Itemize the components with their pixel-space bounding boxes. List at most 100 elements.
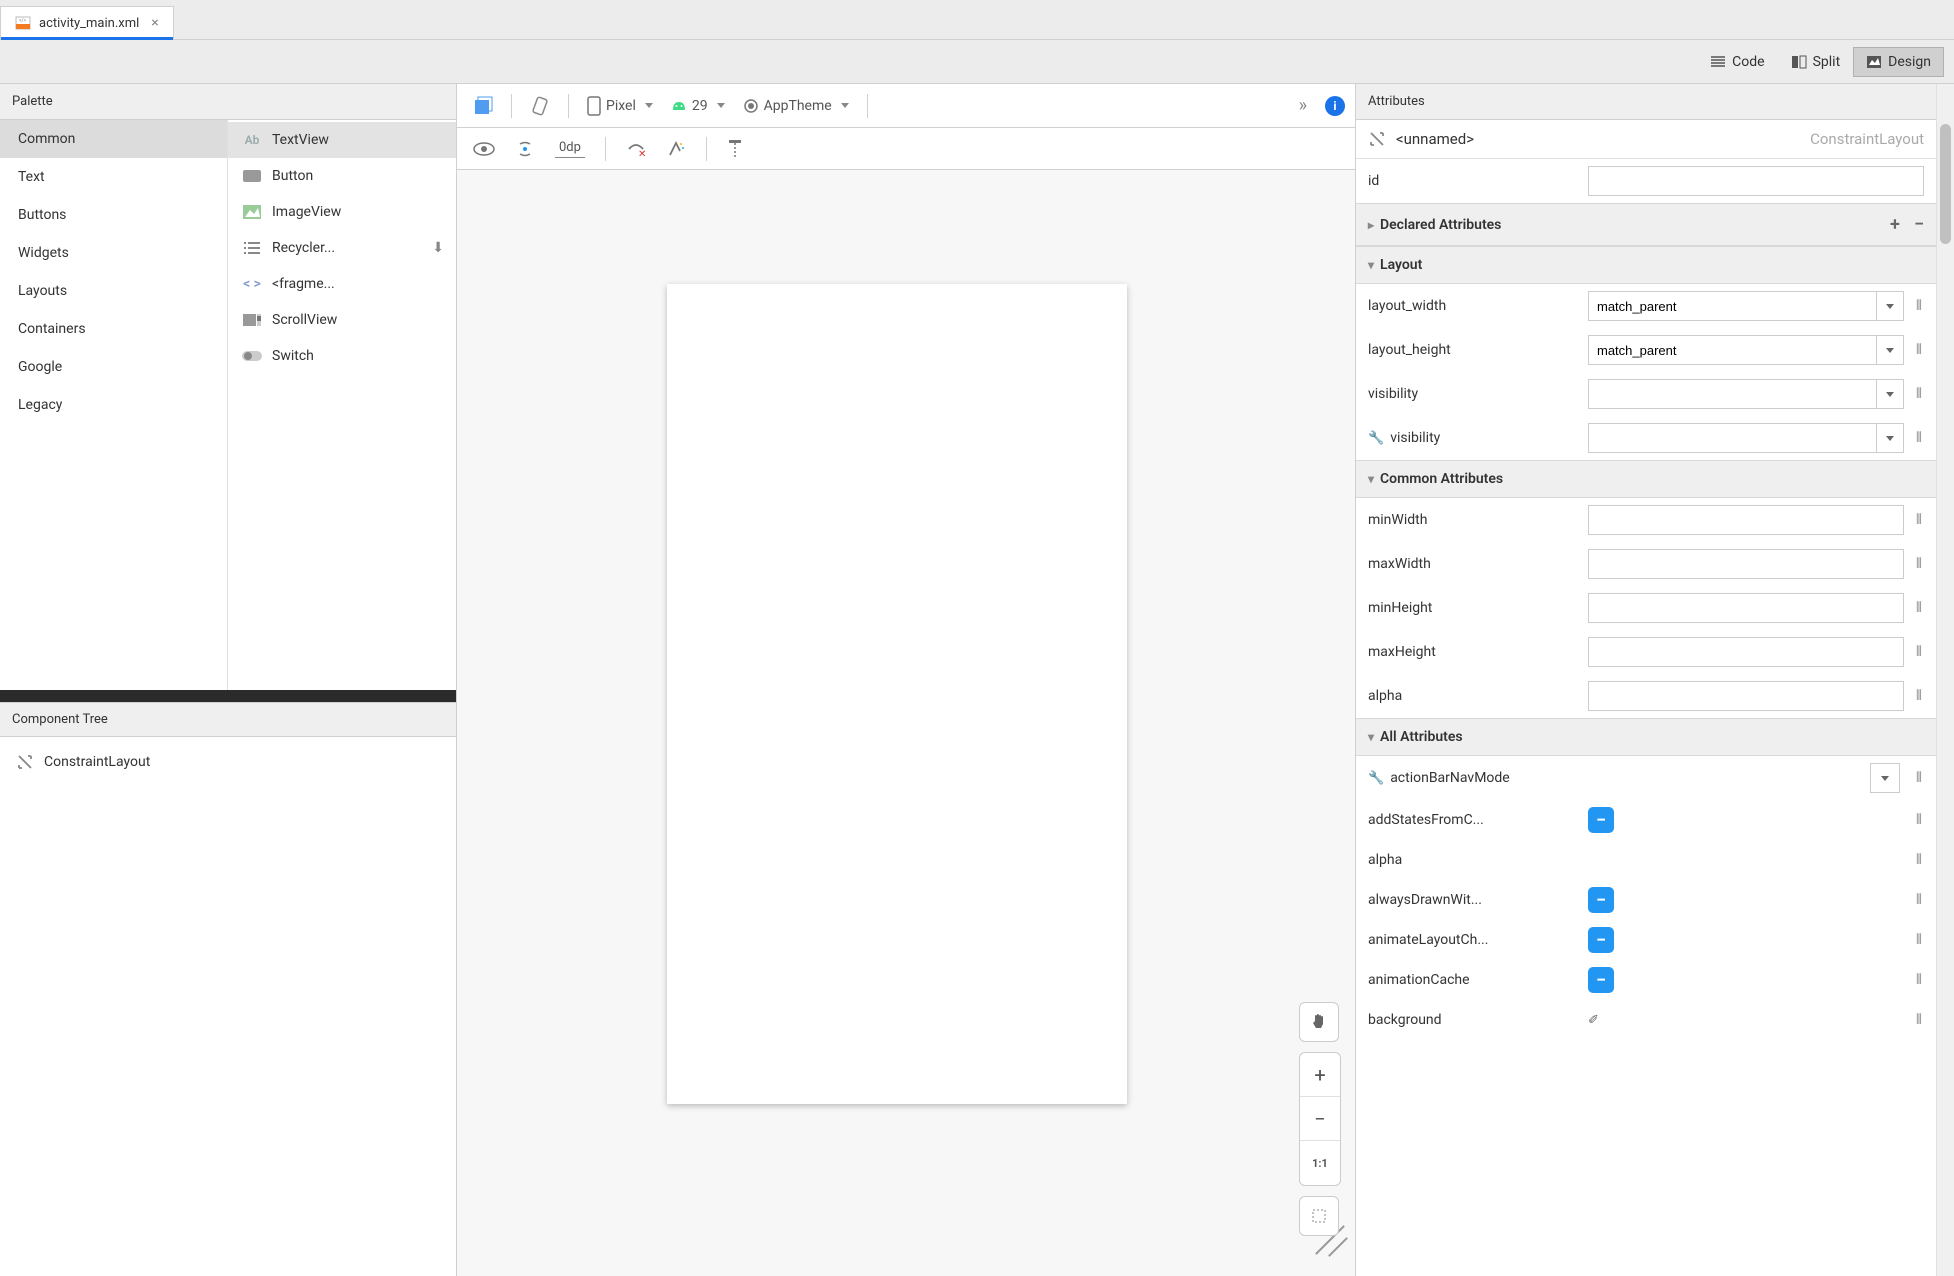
palette-cat-layouts[interactable]: Layouts (0, 272, 227, 310)
palette-cat-widgets[interactable]: Widgets (0, 234, 227, 272)
dropdown-arrow[interactable] (1877, 335, 1904, 365)
tree-root-constraintlayout[interactable]: ConstraintLayout (12, 747, 444, 777)
device-preview[interactable] (667, 284, 1127, 1104)
maxwidth-input[interactable] (1588, 549, 1904, 579)
attr-flag[interactable]: ⦀ (1914, 688, 1924, 704)
dropdown-arrow[interactable] (1877, 379, 1904, 409)
pan-button[interactable] (1299, 1002, 1339, 1042)
theme-selector[interactable]: AppTheme (737, 94, 855, 118)
attr-flag[interactable]: ⦀ (1914, 892, 1924, 908)
view-options-button[interactable] (467, 138, 501, 160)
attr-id: id (1356, 159, 1936, 203)
section-layout[interactable]: Layout (1356, 246, 1936, 284)
device-selector[interactable]: Pixel (581, 92, 659, 120)
eyedropper-icon[interactable]: ✐ (1588, 1013, 1599, 1028)
attributes-scrollbar[interactable] (1936, 84, 1954, 1276)
attr-actionbarnavmode: 🔧actionBarNavMode ⦀ (1356, 756, 1936, 800)
selected-component: <unnamed> ConstraintLayout (1356, 120, 1936, 159)
zoom-in-button[interactable]: + (1300, 1053, 1340, 1097)
attr-flag[interactable]: ⦀ (1914, 932, 1924, 948)
attr-flag[interactable]: ⦀ (1914, 430, 1924, 446)
palette-categories: Common Text Buttons Widgets Layouts Cont… (0, 120, 228, 690)
minwidth-input[interactable] (1588, 505, 1904, 535)
layout-width-input[interactable] (1588, 291, 1877, 321)
palette-item-fragment[interactable]: < > <fragme... (228, 266, 456, 302)
guidelines-button[interactable] (721, 135, 749, 163)
close-tab-icon[interactable]: × (151, 15, 158, 31)
attr-flag[interactable]: ⦀ (1914, 644, 1924, 660)
tools-visibility-input[interactable] (1588, 423, 1877, 453)
orientation-button[interactable] (524, 92, 556, 120)
section-all-attributes[interactable]: All Attributes (1356, 718, 1936, 756)
info-badge[interactable]: i (1325, 96, 1345, 116)
zoom-fit-button[interactable] (1299, 1196, 1339, 1236)
minheight-input[interactable] (1588, 593, 1904, 623)
section-common-attributes[interactable]: Common Attributes (1356, 460, 1936, 498)
layout-height-input[interactable] (1588, 335, 1877, 365)
api-selector[interactable]: 29 (665, 94, 731, 118)
overflow-button[interactable]: » (1293, 91, 1313, 120)
attr-flag[interactable]: ⦀ (1914, 342, 1924, 358)
attr-flag[interactable]: ⦀ (1914, 512, 1924, 528)
remove-attribute-button[interactable]: − (1914, 214, 1924, 235)
attr-flag[interactable]: ⦀ (1914, 812, 1924, 828)
attr-flag[interactable]: ⦀ (1914, 770, 1924, 786)
attr-flag[interactable]: ⦀ (1914, 386, 1924, 402)
palette-item-textview[interactable]: Ab TextView (228, 122, 456, 158)
palette-cat-common[interactable]: Common (0, 120, 227, 158)
palette-item-switch[interactable]: Switch (228, 338, 456, 374)
palette-item-button[interactable]: Button (228, 158, 456, 194)
attr-flag[interactable]: ⦀ (1914, 1012, 1924, 1028)
download-icon[interactable]: ⬇ (432, 240, 444, 256)
bool-toggle[interactable]: − (1588, 967, 1614, 993)
list-icon (242, 238, 262, 258)
add-attribute-button[interactable]: + (1890, 214, 1900, 235)
attr-flag[interactable]: ⦀ (1914, 600, 1924, 616)
infer-constraints-button[interactable] (660, 135, 692, 163)
alpha-input[interactable] (1588, 681, 1904, 711)
bool-toggle[interactable]: − (1588, 807, 1614, 833)
wrench-icon: 🔧 (1368, 771, 1384, 786)
attr-flag[interactable]: ⦀ (1914, 852, 1924, 868)
palette-item-recyclerview[interactable]: Recycler... ⬇ (228, 230, 456, 266)
visibility-input[interactable] (1588, 379, 1877, 409)
attr-flag[interactable]: ⦀ (1914, 972, 1924, 988)
panel-divider[interactable] (0, 690, 456, 702)
dropdown-arrow[interactable] (1870, 763, 1900, 793)
bool-toggle[interactable]: − (1588, 887, 1614, 913)
palette-item-imageview[interactable]: ImageView (228, 194, 456, 230)
section-declared-attributes[interactable]: Declared Attributes +− (1356, 203, 1936, 246)
attr-flag[interactable]: ⦀ (1914, 298, 1924, 314)
palette-item-scrollview[interactable]: ScrollView (228, 302, 456, 338)
maxheight-input[interactable] (1588, 637, 1904, 667)
zoom-reset-button[interactable]: 1:1 (1300, 1141, 1340, 1185)
attr-maxheight: maxHeight ⦀ (1356, 630, 1936, 674)
id-input[interactable] (1588, 166, 1924, 196)
code-lines-icon (1710, 54, 1726, 70)
attr-flag[interactable]: ⦀ (1914, 556, 1924, 572)
bool-toggle[interactable]: − (1588, 927, 1614, 953)
attr-maxwidth: maxWidth ⦀ (1356, 542, 1936, 586)
palette-cat-google[interactable]: Google (0, 348, 227, 386)
attr-addstatesfromchildren: addStatesFromC... − ⦀ (1356, 800, 1936, 840)
attr-visibility: visibility ⦀ (1356, 372, 1936, 416)
split-view-button[interactable]: Split (1778, 47, 1854, 77)
attr-tools-visibility: 🔧visibility ⦀ (1356, 416, 1936, 460)
code-view-button[interactable]: Code (1697, 47, 1777, 77)
design-canvas[interactable]: + − 1:1 (457, 170, 1355, 1276)
autoconnect-button[interactable] (509, 135, 541, 163)
editor-tab[interactable]: </> activity_main.xml × (0, 6, 174, 39)
clear-constraints-button[interactable]: ✕ (620, 135, 652, 163)
palette-cat-containers[interactable]: Containers (0, 310, 227, 348)
palette-cat-legacy[interactable]: Legacy (0, 386, 227, 424)
palette-cat-buttons[interactable]: Buttons (0, 196, 227, 234)
zoom-out-button[interactable]: − (1300, 1097, 1340, 1141)
design-view-button[interactable]: Design (1853, 47, 1944, 77)
attr-minwidth: minWidth ⦀ (1356, 498, 1936, 542)
palette-cat-text[interactable]: Text (0, 158, 227, 196)
theme-icon (743, 98, 759, 114)
dropdown-arrow[interactable] (1877, 423, 1904, 453)
dropdown-arrow[interactable] (1877, 291, 1904, 321)
default-margin[interactable]: 0dp (549, 136, 591, 162)
surface-selector[interactable] (467, 92, 499, 120)
